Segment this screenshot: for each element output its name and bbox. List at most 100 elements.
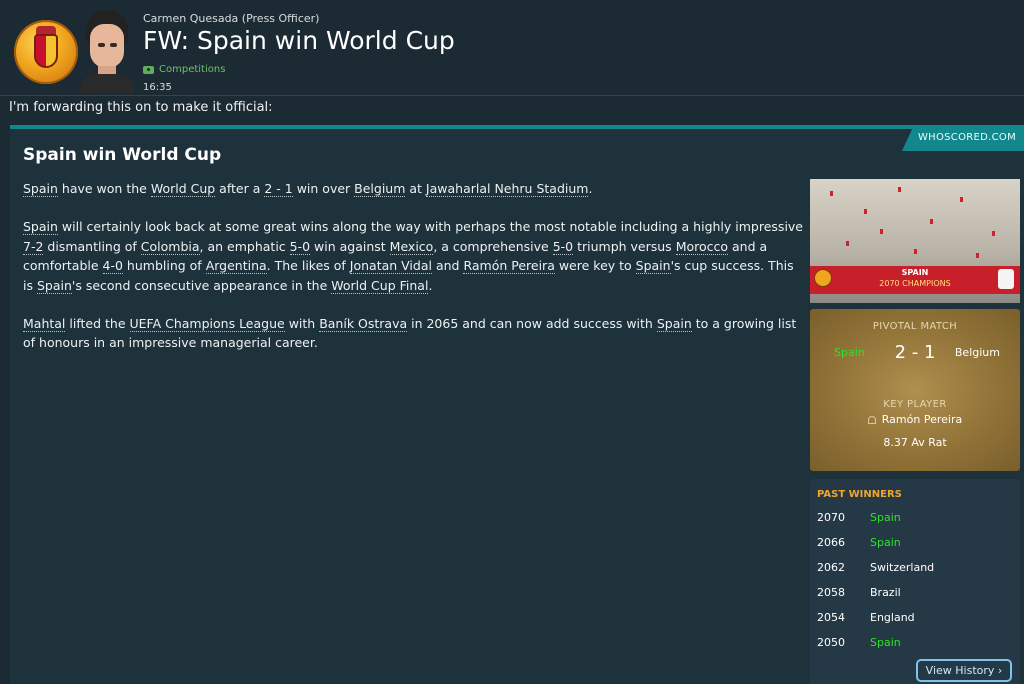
team-link[interactable]: Belgium xyxy=(354,181,406,197)
text: in 2065 and can now add success with xyxy=(407,316,657,332)
sender-name[interactable]: Carmen Quesada (Press Officer) xyxy=(143,12,319,25)
text: have won the xyxy=(57,181,151,196)
champions-banner: SPAIN 2070 CHAMPIONS xyxy=(810,266,1020,294)
key-player[interactable]: Ramón Pereira xyxy=(810,413,1020,426)
key-player-rating: 8.37 Av Rat xyxy=(883,436,947,449)
player-link[interactable]: Ramón Pereira xyxy=(463,258,555,275)
stadium-link[interactable]: Jawaharlal Nehru Stadium xyxy=(425,181,589,197)
away-team[interactable]: Belgium xyxy=(955,346,1000,359)
source-tab: WHOSCORED.COM xyxy=(901,125,1024,151)
text: . xyxy=(428,277,433,293)
team-link[interactable]: Spain xyxy=(23,181,58,197)
text: lifted the xyxy=(65,316,130,332)
article-paragraph: Spain will certainly look back at some g… xyxy=(23,217,803,295)
winner-year: 2054 xyxy=(817,611,845,624)
winner-team[interactable]: Brazil xyxy=(870,586,901,599)
competition-link[interactable]: World Cup xyxy=(150,181,216,197)
winner-year: 2066 xyxy=(817,536,845,549)
score-link[interactable]: 5-0 xyxy=(552,238,574,255)
team-link[interactable]: Spain xyxy=(23,219,58,236)
world-cup-logo-icon xyxy=(998,269,1014,289)
text: with xyxy=(284,316,320,332)
player-link[interactable]: Jonatan Vidal xyxy=(349,258,432,275)
text: at xyxy=(405,181,426,196)
message-header: Carmen Quesada (Press Officer) FW: Spain… xyxy=(0,0,1024,96)
team-link[interactable]: Spain xyxy=(656,316,692,333)
pivotal-label: PIVOTAL MATCH xyxy=(872,321,958,332)
winner-row: 2066 Spain xyxy=(817,536,1017,552)
competition-link[interactable]: World Cup Final xyxy=(331,277,429,294)
winner-team[interactable]: Spain xyxy=(870,511,901,524)
article-paragraph: Mahtal lifted the UEFA Champions League … xyxy=(23,314,803,353)
text: , a comprehensive xyxy=(433,238,553,254)
winner-row: 2062 Switzerland xyxy=(817,561,1017,577)
club-link[interactable]: Baník Ostrava xyxy=(319,316,408,333)
message-time: 16:35 xyxy=(143,82,172,93)
text: , an emphatic xyxy=(199,238,290,254)
view-history-button[interactable]: View History › xyxy=(916,659,1012,682)
winner-team[interactable]: Switzerland xyxy=(870,561,934,574)
tag-icon xyxy=(143,65,154,74)
pivotal-match-card[interactable]: PIVOTAL MATCH Spain 2 - 1 Belgium KEY PL… xyxy=(810,309,1020,471)
score-link[interactable]: 5-0 xyxy=(289,238,311,255)
winner-row: 2050 Spain xyxy=(817,636,1017,652)
winner-year: 2062 xyxy=(817,561,845,574)
text: after a xyxy=(215,181,265,196)
team-link[interactable]: Spain xyxy=(36,277,72,294)
text: 's second consecutive appearance in the xyxy=(71,277,332,293)
team-link[interactable]: Morocco xyxy=(675,238,729,255)
team-link[interactable]: Colombia xyxy=(140,238,200,255)
past-winners-panel: PAST WINNERS 2070 Spain 2066 Spain 2062 … xyxy=(810,479,1020,684)
winner-year: 2050 xyxy=(817,636,845,649)
news-article-panel: WHOSCORED.COM Spain win World Cup Spain … xyxy=(10,125,1024,684)
winner-team[interactable]: Spain xyxy=(870,636,901,649)
celebration-photo: SPAIN 2070 CHAMPIONS xyxy=(810,179,1020,303)
winner-team[interactable]: Spain xyxy=(870,536,901,549)
key-player-name: Ramón Pereira xyxy=(881,413,963,426)
avatar-eye xyxy=(98,43,105,47)
winner-year: 2058 xyxy=(817,586,845,599)
team-link[interactable]: Mexico xyxy=(389,238,434,255)
text: win over xyxy=(292,181,355,196)
key-player-label: KEY PLAYER xyxy=(883,399,947,410)
winner-team[interactable]: England xyxy=(870,611,915,624)
article-title: Spain win World Cup xyxy=(23,145,222,165)
team-link[interactable]: Argentina xyxy=(205,258,267,275)
banner-team: SPAIN xyxy=(901,268,929,277)
spain-crest-icon[interactable] xyxy=(14,20,78,84)
sender-avatar[interactable] xyxy=(76,10,138,94)
article-paragraph: Spain have won the World Cup after a 2 -… xyxy=(23,179,803,198)
winner-row: 2054 England xyxy=(817,611,1017,627)
team-link[interactable]: Spain xyxy=(635,258,671,275)
score-link[interactable]: 2 - 1 xyxy=(264,181,293,197)
text: will certainly look back at some great w… xyxy=(57,219,803,235)
avatar-body xyxy=(80,74,134,94)
text: and xyxy=(431,258,464,274)
text: . The likes of xyxy=(266,258,350,274)
message-title: FW: Spain win World Cup xyxy=(143,26,455,55)
tag-label: Competitions xyxy=(159,64,226,75)
winner-row: 2058 Brazil xyxy=(817,586,1017,602)
text: humbling of xyxy=(122,258,206,274)
shield-shape xyxy=(34,34,58,68)
winner-row: 2070 Spain xyxy=(817,511,1017,527)
article-body: Spain have won the World Cup after a 2 -… xyxy=(23,179,803,372)
text: triumph versus xyxy=(573,238,676,254)
spain-badge-icon xyxy=(814,269,832,287)
past-winners-title: PAST WINNERS xyxy=(817,489,902,500)
winner-year: 2070 xyxy=(817,511,845,524)
text: dismantling of xyxy=(43,238,141,254)
intro-text: I'm forwarding this on to make it offici… xyxy=(9,100,273,115)
message-tag[interactable]: Competitions xyxy=(143,64,225,75)
avatar-eye xyxy=(110,43,117,47)
banner-text: 2070 CHAMPIONS xyxy=(879,279,951,288)
manager-link[interactable]: Mahtal xyxy=(23,316,66,333)
text: were key to xyxy=(554,258,636,274)
person-icon xyxy=(867,416,876,424)
text: win against xyxy=(310,238,390,254)
avatar-face xyxy=(90,24,124,68)
score-link[interactable]: 4-0 xyxy=(102,258,123,275)
text: . xyxy=(588,181,593,196)
score-link[interactable]: 7-2 xyxy=(23,238,44,255)
competition-link[interactable]: UEFA Champions League xyxy=(129,316,285,333)
